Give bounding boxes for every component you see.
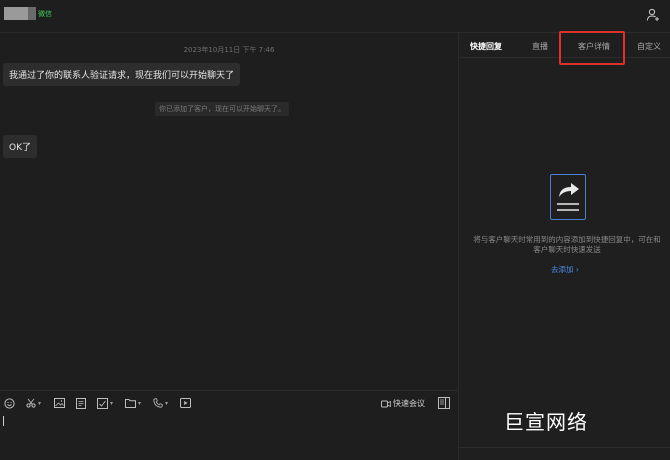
panel-tabs: 快捷回复 直播 客户详情 自定义 — [459, 31, 670, 65]
image-icon[interactable] — [54, 397, 65, 409]
camera-icon — [381, 400, 391, 407]
quick-meeting-button[interactable]: 快速会议 — [381, 398, 425, 409]
highlight-annotation — [559, 31, 625, 65]
side-panel: 快捷回复 直播 客户详情 自定义 将与客户聊天时常用到的内容添加到快捷回复中，可… — [458, 31, 670, 460]
checklist-icon[interactable]: ▾ — [97, 397, 113, 409]
quick-meeting-label: 快速会议 — [393, 399, 425, 408]
scissors-icon[interactable]: ▾ — [26, 397, 41, 409]
message-toolbar: ▾ ▾ ▾ ▾ 快速会议 — [0, 390, 458, 413]
video-icon[interactable] — [180, 397, 191, 409]
folder-icon[interactable]: ▾ — [125, 397, 141, 409]
tab-live[interactable]: 直播 — [532, 41, 548, 52]
sidebar-toggle-icon[interactable] — [438, 397, 450, 409]
watermark: 巨宣网络 — [504, 410, 588, 434]
chevron-down-icon[interactable]: ▾ — [38, 400, 41, 407]
chevron-down-icon[interactable]: ▾ — [110, 400, 113, 407]
tab-custom[interactable]: 自定义 — [637, 41, 661, 52]
wechat-tag: 微信 — [38, 10, 52, 18]
message-bubble[interactable]: OK了 — [3, 135, 37, 158]
contact-avatar[interactable] — [4, 7, 28, 20]
contact-name-masked — [28, 7, 36, 20]
share-reply-icon — [550, 174, 586, 220]
phone-icon[interactable]: ▾ — [153, 397, 168, 409]
message-bubble[interactable]: 我通过了你的联系人验证请求，现在我们可以开始聊天了 — [3, 63, 241, 86]
add-quick-reply-link[interactable]: 去添加 › — [459, 264, 670, 275]
message-input[interactable] — [0, 413, 458, 460]
document-icon[interactable] — [76, 397, 86, 409]
text-cursor — [3, 416, 4, 426]
tab-quick-reply[interactable]: 快捷回复 — [470, 41, 502, 52]
message-timestamp: 2023年10月11日 下午 7:46 — [183, 46, 275, 54]
chat-header: 微信 — [0, 0, 670, 33]
chat-message-area[interactable]: 2023年10月11日 下午 7:46 我通过了你的联系人验证请求，现在我们可以… — [0, 33, 458, 390]
chevron-down-icon[interactable]: ▾ — [138, 400, 141, 407]
system-message: 你已添加了客户，现在可以开始聊天了。 — [155, 102, 289, 116]
empty-state-description: 将与客户聊天时常用到的内容添加到快捷回复中，可在和客户聊天时快速发送 — [473, 235, 661, 254]
chevron-down-icon[interactable]: ▾ — [165, 400, 168, 407]
emoji-icon[interactable] — [4, 397, 15, 409]
user-settings-icon[interactable] — [646, 8, 660, 22]
panel-divider — [458, 447, 670, 448]
